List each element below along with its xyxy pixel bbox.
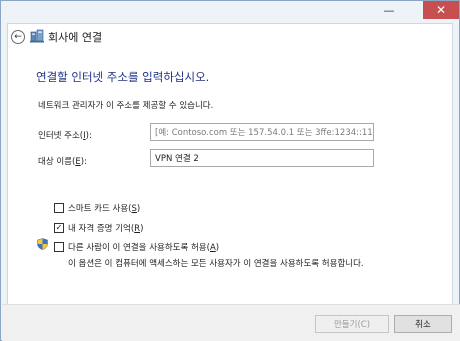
title-bar[interactable]: — ✕ — [1, 1, 459, 23]
shield-icon — [37, 238, 48, 250]
smart-card-checkbox[interactable] — [54, 203, 64, 213]
allow-others-label: 다른 사람이 이 연결을 사용하도록 허용(A) — [68, 243, 220, 253]
wizard-header: ← 회사에 연결 — [8, 24, 452, 50]
page-heading: 연결할 인터넷 주소를 입력하십시오. — [36, 70, 210, 84]
smart-card-option[interactable]: 스마트 카드 사용(S) — [54, 202, 140, 214]
remember-credentials-label: 내 자격 증명 기억(R) — [68, 224, 144, 234]
dest-name-label: 대상 이름(E): — [38, 157, 87, 167]
page-description: 네트워크 관리자가 이 주소를 제공할 수 있습니다. — [38, 101, 214, 111]
address-label: 인터넷 주소(I): — [38, 131, 92, 141]
checkmark-icon: ✓ — [55, 223, 63, 232]
wizard-content: ← 회사에 연결 연결할 인터넷 주소를 입력하십시오. 네트워크 관리자가 이… — [7, 23, 453, 336]
remember-credentials-checkbox[interactable]: ✓ — [54, 223, 64, 233]
button-bar: 만들기(C) 취소 — [2, 304, 460, 341]
smart-card-label: 스마트 카드 사용(S) — [68, 204, 141, 214]
back-arrow-icon: ← — [14, 31, 22, 42]
allow-others-note: 이 옵션은 이 컴퓨터에 액세스하는 모든 사용자가 이 연결을 사용하도록 허… — [68, 259, 364, 269]
wizard-title: 회사에 연결 — [48, 31, 103, 44]
dialog-window: — ✕ ← 회사에 연결 연결할 인터넷 주소를 입력하십시오. 네트워크 관리… — [0, 0, 460, 341]
create-button[interactable]: 만들기(C) — [315, 315, 389, 333]
remember-credentials-option[interactable]: ✓ 내 자격 증명 기억(R) — [54, 222, 143, 234]
back-button[interactable]: ← — [11, 30, 25, 44]
allow-others-option[interactable]: 다른 사람이 이 연결을 사용하도록 허용(A) — [54, 241, 219, 253]
dest-name-input[interactable]: VPN 연결 2 — [150, 149, 374, 167]
allow-others-checkbox[interactable] — [54, 242, 64, 252]
minimize-button[interactable]: — — [381, 1, 397, 19]
minimize-icon: — — [383, 3, 395, 17]
close-button[interactable]: ✕ — [423, 1, 459, 19]
close-icon: ✕ — [435, 3, 447, 17]
cancel-button[interactable]: 취소 — [394, 315, 452, 333]
address-input[interactable]: [예: Contoso.com 또는 157.54.0.1 또는 3ffe:12… — [150, 123, 374, 141]
network-icon — [30, 29, 44, 43]
